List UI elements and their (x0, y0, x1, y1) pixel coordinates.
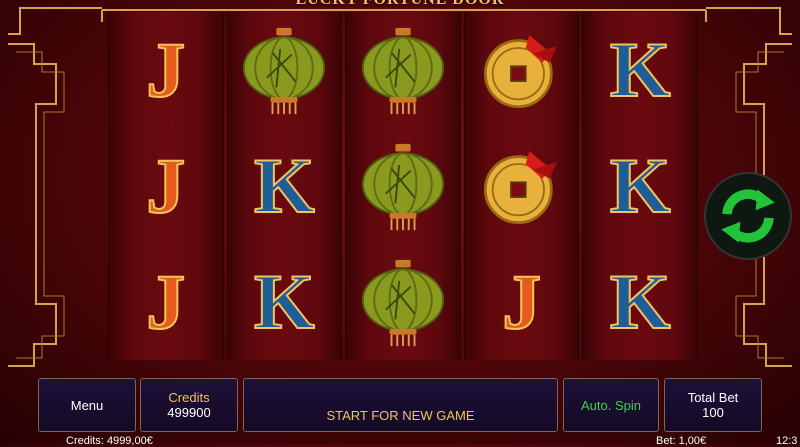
start-label: START FOR NEW GAME (326, 408, 475, 423)
coin-icon (474, 22, 570, 118)
reel-5: KKK (582, 12, 698, 360)
credits-value: 499900 (167, 405, 211, 420)
symbol-letter: K (609, 258, 672, 345)
symbol-letter: K (609, 142, 672, 229)
coin-icon (474, 138, 570, 234)
symbol-letter: K (253, 258, 316, 345)
reel-area: JJJKKJKKK (108, 12, 698, 360)
lantern-icon (236, 22, 332, 118)
symbol-k: K (592, 254, 688, 350)
reel-3 (345, 12, 461, 360)
status-bet: Bet: 1,00€ (656, 435, 707, 447)
symbol-letter: K (609, 26, 672, 113)
credits-label: Credits (168, 390, 210, 405)
total-bet-button[interactable]: Total Bet 100 (664, 378, 762, 432)
reel-4: J (463, 12, 580, 360)
symbol-k: K (236, 254, 332, 350)
refresh-arrows-icon (721, 189, 775, 243)
credits-panel: Credits 499900 (140, 378, 238, 432)
auto-spin-label: Auto. Spin (581, 397, 641, 413)
symbol-letter: J (501, 258, 542, 345)
symbol-letter: J (145, 258, 186, 345)
symbol-j: J (474, 254, 570, 350)
start-button[interactable]: START FOR NEW GAME (243, 378, 558, 432)
symbol-k: K (236, 138, 332, 234)
spin-button[interactable] (704, 172, 792, 260)
symbol-k: K (592, 22, 688, 118)
reel-2: KK (226, 12, 343, 360)
lantern-icon (355, 254, 451, 350)
symbol-j: J (118, 22, 214, 118)
symbol-letter: J (145, 142, 186, 229)
total-bet-label: Total Bet (687, 390, 739, 405)
status-clock: 12:3 (776, 435, 798, 447)
menu-label: Menu (70, 397, 104, 413)
lantern-icon (355, 138, 451, 234)
lantern-icon (355, 22, 451, 118)
symbol-j: J (118, 254, 214, 350)
symbol-k: K (592, 138, 688, 234)
status-credits: Credits: 4999,00€ (66, 435, 153, 447)
symbol-letter: K (253, 142, 316, 229)
reel-1: JJJ (108, 12, 224, 360)
game-title: LUCKY FORTUNE DOOR (0, 0, 800, 9)
symbol-j: J (118, 138, 214, 234)
menu-button[interactable]: Menu (38, 378, 136, 432)
symbol-letter: J (145, 26, 186, 113)
total-bet-value: 100 (702, 405, 724, 420)
auto-spin-button[interactable]: Auto. Spin (563, 378, 659, 432)
